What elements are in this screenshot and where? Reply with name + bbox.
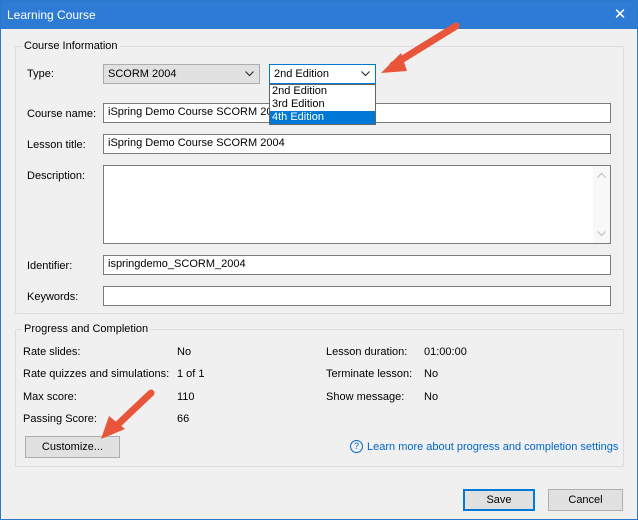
- learning-course-dialog: Learning Course ✕ Course Information Typ…: [0, 0, 638, 520]
- annotation-arrow-customize: [101, 389, 155, 439]
